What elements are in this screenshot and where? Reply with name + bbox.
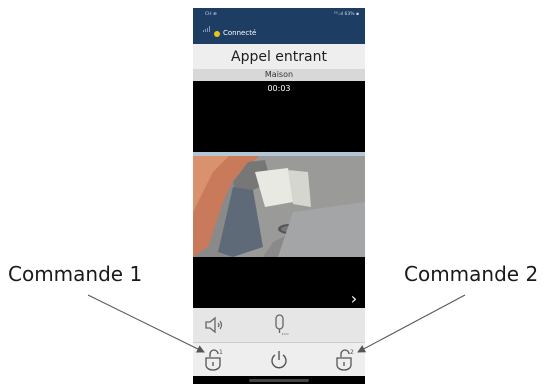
arrow-command-1 xyxy=(87,294,205,353)
arrow-command-2 xyxy=(357,294,466,353)
callout-arrows xyxy=(87,294,466,353)
